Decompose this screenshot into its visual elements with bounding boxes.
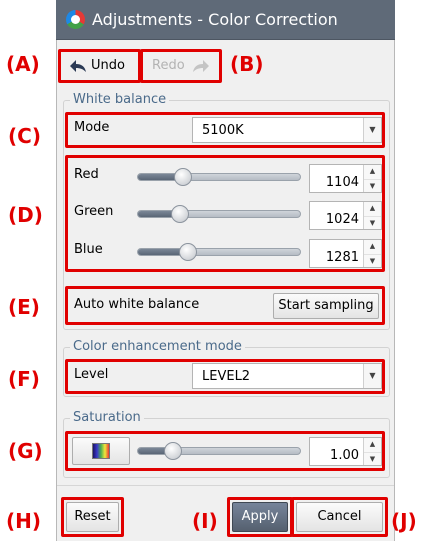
apply-button[interactable]: Apply [232,502,288,532]
red-value: 1104 [325,175,359,190]
level-label: Level [74,367,109,382]
spin-up-icon[interactable]: ▲ [364,202,381,216]
redo-label: Redo [152,58,185,73]
spin-up-icon[interactable]: ▲ [364,240,381,254]
undo-label: Undo [91,58,125,73]
spin-down-icon[interactable]: ▼ [364,178,381,193]
saturation-legend: Saturation [70,410,144,425]
saturation-spinbox[interactable]: 1.00 ▲ ▼ [309,437,382,466]
callout-f: (F) [8,367,40,391]
start-sampling-button[interactable]: Start sampling [273,293,379,319]
blue-value: 1281 [325,250,359,265]
green-slider-track[interactable] [137,210,301,218]
mode-label: Mode [74,120,110,135]
callout-a: (A) [6,52,40,76]
redo-arrow-icon [193,60,209,72]
mode-value: 5100K [202,123,244,138]
blue-slider-track[interactable] [137,248,301,256]
chevron-down-icon: ▼ [363,364,381,388]
green-spin-buttons: ▲ ▼ [363,202,381,229]
level-value: LEVEL2 [202,369,251,384]
callout-b: (B) [230,52,264,76]
saturation-slider-track[interactable] [137,447,301,455]
saturation-slider-thumb[interactable] [164,442,183,460]
color-enhancement-legend: Color enhancement mode [70,339,245,354]
level-select[interactable]: LEVEL2 ▼ [192,363,382,389]
blue-spinbox[interactable]: 1281 ▲ ▼ [309,239,382,268]
reset-button[interactable]: Reset [66,502,119,532]
blue-spin-buttons: ▲ ▼ [363,240,381,267]
redo-button[interactable]: Redo [148,55,218,77]
saturation-value: 1.00 [330,448,359,463]
red-slider-track[interactable] [137,173,301,181]
mode-select[interactable]: 5100K ▼ [192,117,382,143]
callout-i: (I) [192,509,218,533]
chevron-down-icon: ▼ [363,118,381,142]
spin-up-icon[interactable]: ▲ [364,165,381,179]
blue-slider-thumb[interactable] [178,243,197,261]
color-gradient-icon [92,443,110,459]
app-logo-icon [66,10,85,29]
spin-down-icon[interactable]: ▼ [364,215,381,230]
green-spinbox[interactable]: 1024 ▲ ▼ [309,201,382,230]
undo-arrow-icon [70,60,86,72]
white-balance-legend: White balance [70,92,170,107]
window-title: Adjustments - Color Correction [92,10,338,29]
slider-label-green: Green [74,204,114,219]
callout-g: (G) [8,439,43,463]
green-slider-thumb[interactable] [170,205,189,223]
auto-white-balance-label: Auto white balance [74,297,200,312]
slider-label-blue: Blue [74,242,103,257]
spin-up-icon[interactable]: ▲ [364,438,381,452]
red-spin-buttons: ▲ ▼ [363,165,381,192]
callout-e: (E) [8,295,40,319]
green-value: 1024 [325,212,359,227]
callout-h: (H) [6,509,42,533]
undo-button[interactable]: Undo [67,55,137,77]
spin-down-icon[interactable]: ▼ [364,253,381,268]
spin-down-icon[interactable]: ▼ [364,451,381,466]
saturation-swatch-button[interactable] [72,437,130,465]
slider-label-red: Red [74,167,99,182]
callout-c: (C) [8,124,41,148]
saturation-spin-buttons: ▲ ▼ [363,438,381,465]
cancel-button[interactable]: Cancel [296,502,383,532]
footer-separator [57,485,394,486]
callout-j: (J) [391,509,417,533]
red-spinbox[interactable]: 1104 ▲ ▼ [309,164,382,193]
callout-d: (D) [8,203,43,227]
red-slider-thumb[interactable] [173,168,192,186]
